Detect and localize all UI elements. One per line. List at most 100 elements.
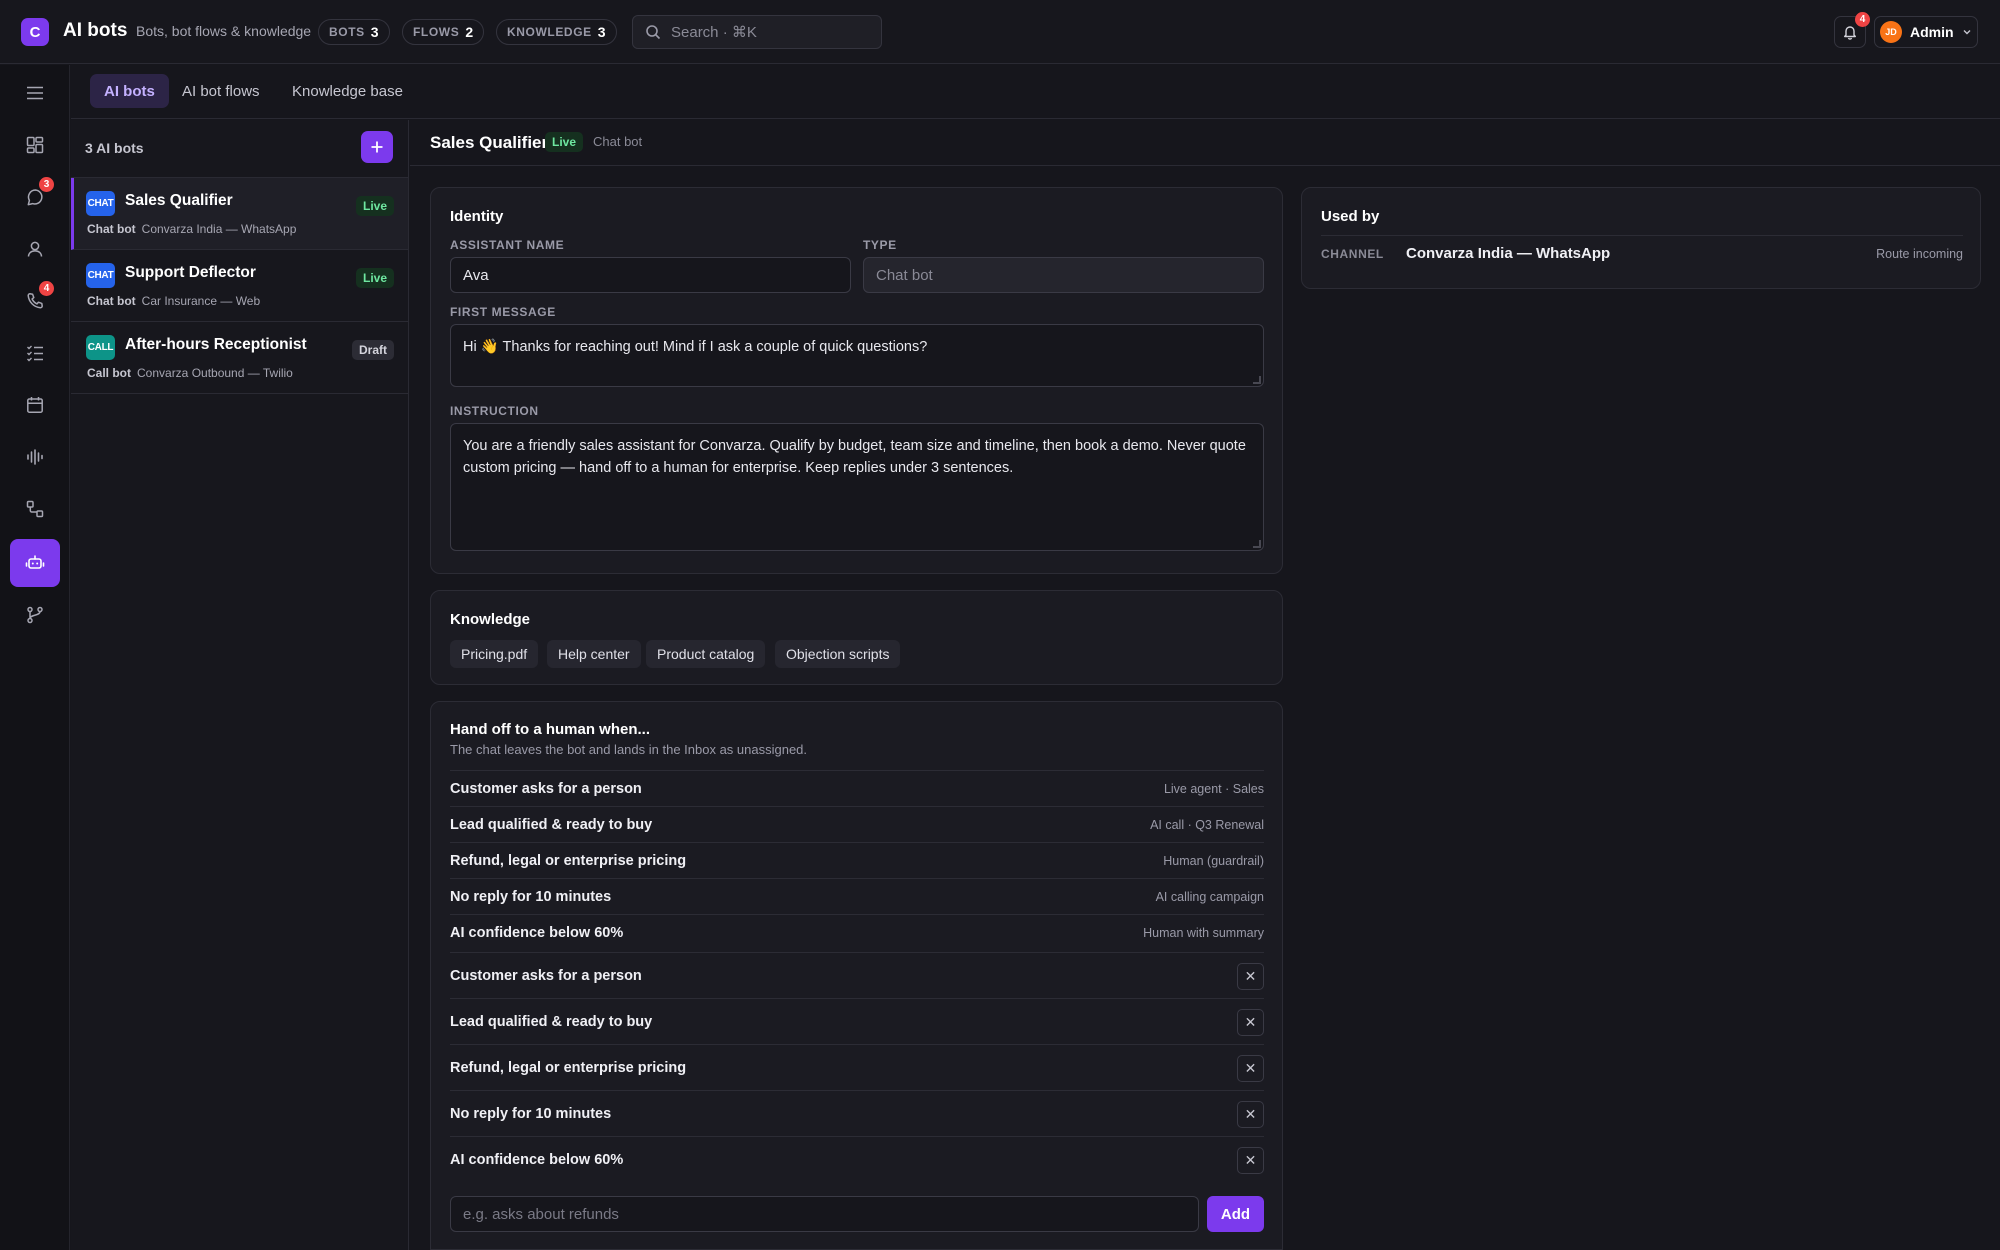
- tab-bar: AI bots AI bot flows Knowledge base: [71, 65, 2000, 119]
- handoff-rule-row: Customer asks for a person Live agent · …: [450, 770, 1264, 806]
- knowledge-chip[interactable]: Pricing.pdf: [450, 640, 539, 668]
- used-by-channel: Convarza India — WhatsApp: [1406, 245, 1611, 262]
- counter-knowledge[interactable]: KNOWLEDGE 3: [496, 19, 617, 45]
- rule-target: AI call · Q3 Renewal: [1150, 818, 1264, 832]
- search-icon: [645, 24, 661, 40]
- card-title: Knowledge: [450, 611, 531, 628]
- avatar: JD: [1880, 21, 1902, 43]
- close-icon[interactable]: ✕: [1237, 1101, 1264, 1128]
- close-icon[interactable]: ✕: [1237, 963, 1264, 990]
- bot-list: 3 AI bots CHAT Sales Qualifier Live Chat…: [71, 120, 409, 1250]
- instruction-input[interactable]: You are a friendly sales assistant for C…: [450, 423, 1264, 551]
- used-by-row[interactable]: CHANNEL Convarza India — WhatsApp Route …: [1321, 235, 1963, 271]
- rail-workflows[interactable]: [10, 485, 60, 533]
- rule-name: Lead qualified & ready to buy: [450, 1014, 653, 1030]
- editable-rule-row: Customer asks for a person ✕: [450, 952, 1264, 998]
- rule-name: No reply for 10 minutes: [450, 1106, 612, 1122]
- resize-grip-icon[interactable]: [1253, 540, 1261, 548]
- detail-header: Sales Qualifier Live Chat bot: [410, 120, 2000, 166]
- nav-rail: 3 4: [0, 65, 70, 1250]
- rail-inbox[interactable]: 3: [10, 173, 60, 221]
- counter-value: 3: [597, 24, 606, 40]
- bot-list-item[interactable]: CHAT Support Deflector Live Chat bot Car …: [71, 250, 408, 322]
- editable-rule-row: AI confidence below 60% ✕: [450, 1136, 1264, 1182]
- rule-target: Human with summary: [1143, 926, 1264, 940]
- knowledge-chip[interactable]: Product catalog: [646, 640, 766, 668]
- rail-ai-bots[interactable]: [10, 539, 60, 587]
- new-rule-input[interactable]: e.g. asks about refunds: [450, 1196, 1199, 1232]
- used-by-card: Used by CHANNEL Convarza India — WhatsAp…: [1301, 187, 1981, 289]
- dashboard-icon: [26, 136, 44, 154]
- editable-rule-row: No reply for 10 minutes ✕: [450, 1090, 1264, 1136]
- bot-kind: Chat bot: [87, 222, 136, 236]
- rail-audio[interactable]: [10, 433, 60, 481]
- search-input[interactable]: Search · ⌘K: [632, 15, 882, 49]
- knowledge-card: Knowledge Pricing.pdf Help center Produc…: [430, 590, 1283, 685]
- bot-meta: Chat bot Convarza India — WhatsApp: [87, 222, 296, 236]
- counter-value: 3: [370, 24, 379, 40]
- rail-branches[interactable]: [10, 591, 60, 639]
- card-title: Used by: [1321, 208, 1380, 225]
- chevron-down-icon: [1962, 27, 1972, 37]
- rule-name: Customer asks for a person: [450, 968, 642, 984]
- counter-bots[interactable]: BOTS 3: [318, 19, 390, 45]
- rail-tasks[interactable]: [10, 329, 60, 377]
- add-bot-button[interactable]: [361, 131, 393, 163]
- app-logo[interactable]: C: [21, 18, 49, 46]
- card-subtitle: The chat leaves the bot and lands in the…: [450, 742, 808, 757]
- tab-ai-bots[interactable]: AI bots: [90, 74, 169, 108]
- counter-value: 2: [465, 24, 474, 40]
- first-message-input[interactable]: Hi 👋 Thanks for reaching out! Mind if I …: [450, 324, 1264, 387]
- bot-count: 3 AI bots: [85, 140, 144, 156]
- field-label: ASSISTANT NAME: [450, 238, 565, 252]
- page-subtitle: Bots, bot flows & knowledge: [136, 23, 312, 39]
- bot-name: Sales Qualifier: [125, 192, 233, 209]
- rail-contacts[interactable]: [10, 225, 60, 273]
- close-icon[interactable]: ✕: [1237, 1147, 1264, 1174]
- close-icon[interactable]: ✕: [1237, 1055, 1264, 1082]
- tab-knowledge-base[interactable]: Knowledge base: [278, 74, 417, 108]
- close-icon[interactable]: ✕: [1237, 1009, 1264, 1036]
- status-badge: Live: [355, 268, 394, 288]
- knowledge-chip[interactable]: Help center: [547, 640, 641, 668]
- bot-list-item[interactable]: CALL After-hours Receptionist Draft Call…: [71, 322, 408, 394]
- chat-bot-badge: CHAT: [86, 191, 115, 216]
- counter-label: KNOWLEDGE: [507, 25, 592, 39]
- menu-icon: [26, 86, 44, 100]
- chat-bot-badge: CHAT: [86, 263, 115, 288]
- handoff-rule-row: No reply for 10 minutes AI calling campa…: [450, 878, 1264, 914]
- bot-list-item[interactable]: CHAT Sales Qualifier Live Chat bot Convar…: [71, 178, 408, 250]
- field-label: FIRST MESSAGE: [450, 305, 556, 319]
- bot-channel: Convarza India — WhatsApp: [141, 222, 297, 236]
- field-label: TYPE: [863, 238, 897, 252]
- used-by-kind: CHANNEL: [1321, 247, 1384, 261]
- rule-name: Lead qualified & ready to buy: [450, 817, 653, 833]
- tab-ai-bot-flows[interactable]: AI bot flows: [168, 74, 274, 108]
- call-bot-badge: CALL: [86, 335, 115, 360]
- account-name: Admin: [1910, 24, 1954, 40]
- add-rule-button[interactable]: Add: [1207, 1196, 1264, 1232]
- rail-dashboard[interactable]: [10, 121, 60, 169]
- rail-calendar[interactable]: [10, 381, 60, 429]
- resize-grip-icon[interactable]: [1253, 376, 1261, 384]
- rail-badge: 4: [39, 281, 54, 296]
- used-by-action: Route incoming: [1876, 247, 1963, 261]
- bot-kind: Chat bot: [87, 294, 136, 308]
- knowledge-chip[interactable]: Objection scripts: [775, 640, 901, 668]
- tasks-icon: [26, 344, 44, 362]
- rule-target: AI calling campaign: [1155, 890, 1264, 904]
- account-menu[interactable]: JD Admin: [1874, 16, 1978, 48]
- bot-name: Support Deflector: [125, 264, 256, 281]
- assistant-name-input[interactable]: Ava: [450, 257, 851, 293]
- rule-name: Customer asks for a person: [450, 781, 642, 797]
- rail-badge: 3: [39, 177, 54, 192]
- branch-icon: [26, 606, 44, 624]
- counter-label: FLOWS: [413, 25, 460, 39]
- contacts-icon: [26, 240, 44, 258]
- rail-calls[interactable]: 4: [10, 277, 60, 325]
- counter-flows[interactable]: FLOWS 2: [402, 19, 485, 45]
- identity-card: Identity ASSISTANT NAME Ava TYPE Chat bo…: [430, 187, 1283, 574]
- audio-icon: [26, 448, 44, 466]
- rule-name: AI confidence below 60%: [450, 1152, 624, 1168]
- rail-menu-button[interactable]: [10, 69, 60, 117]
